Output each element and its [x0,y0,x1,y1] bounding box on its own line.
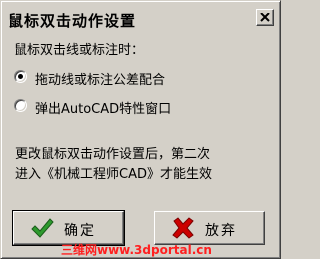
prompt-label: 鼠标双击线或标注时： [14,43,145,58]
cancel-label: 放弃 [205,223,237,239]
notice-line: 更改鼠标双击动作设置后，第二次 [15,147,211,162]
radio-button[interactable] [14,99,27,112]
radio-label[interactable]: 弹出AutoCAD特性窗口 [35,98,171,117]
settings-dialog: 鼠标双击动作设置 鼠标双击线或标注时： 拖动线或标注公差配合 弹出AutoCAD… [0,0,281,259]
red-x-icon [172,217,194,239]
close-button[interactable] [256,9,274,26]
radio-label[interactable]: 拖动线或标注公差配合 [35,69,165,88]
notice-text: 更改鼠标双击动作设置后，第二次 进入《机械工程师CAD》才能生效 [15,145,275,185]
cancel-button[interactable]: 放弃 [154,211,265,245]
watermark: 三维网www.3dportal.cn [61,243,212,257]
radio-selected-dot [18,74,23,79]
title-bar[interactable]: 鼠标双击动作设置 [3,3,278,33]
ok-button[interactable]: 确定 [12,210,125,246]
dialog-title: 鼠标双击动作设置 [8,12,137,30]
checkmark-icon [31,218,54,238]
radio-button[interactable] [14,70,27,83]
ok-label: 确定 [64,223,96,239]
close-icon [260,13,270,22]
notice-line: 进入《机械工程师CAD》才能生效 [15,167,212,182]
